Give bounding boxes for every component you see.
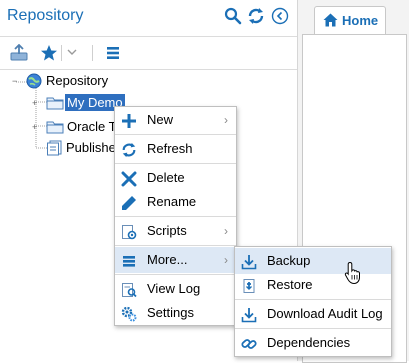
menu-label: Settings xyxy=(147,305,194,320)
menu-item-rename[interactable]: Rename xyxy=(115,189,236,215)
published-reports-icon xyxy=(46,140,64,156)
gears-icon xyxy=(121,305,137,322)
repository-toolbar xyxy=(0,36,297,70)
menu-divider xyxy=(235,328,391,329)
context-menu: New › Refresh Delete Rename Scripts › Mo xyxy=(114,106,237,326)
script-gear-icon xyxy=(121,223,137,240)
menu-divider xyxy=(115,134,236,135)
collapse-toggle-icon[interactable]: − xyxy=(12,77,21,86)
menu-item-more[interactable]: More... › xyxy=(115,247,236,273)
chevron-right-icon: › xyxy=(224,253,228,267)
panel-title: Repository xyxy=(7,7,84,24)
chevron-right-icon: › xyxy=(224,113,228,127)
menu-label: Dependencies xyxy=(267,335,351,350)
home-icon xyxy=(323,13,338,30)
menu-label: Backup xyxy=(267,253,311,268)
download-tray-icon xyxy=(241,306,257,323)
chevron-down-icon[interactable] xyxy=(66,46,84,64)
menu-item-view-log[interactable]: View Log xyxy=(115,276,236,302)
delete-x-icon xyxy=(121,170,137,187)
folder-icon xyxy=(46,95,64,111)
log-search-icon xyxy=(121,281,137,298)
plus-icon xyxy=(121,112,137,128)
menu-item-restore[interactable]: Restore xyxy=(235,272,391,298)
toolbar-divider xyxy=(92,45,93,61)
list-view-icon[interactable] xyxy=(106,44,124,62)
tree-label: Repository xyxy=(46,73,109,88)
tab-home[interactable]: Home xyxy=(314,6,386,35)
download-tray-icon xyxy=(241,253,257,270)
more-submenu: Backup Restore Download Audit Log Depend… xyxy=(234,246,392,357)
refresh-icon[interactable] xyxy=(247,7,265,25)
menu-divider xyxy=(115,163,236,164)
favorites-star-icon[interactable] xyxy=(40,44,58,62)
toolbar-divider xyxy=(61,45,62,61)
search-icon[interactable] xyxy=(224,7,242,25)
menu-label: View Log xyxy=(147,281,201,296)
menu-item-new[interactable]: New › xyxy=(115,107,236,133)
menu-item-settings[interactable]: Settings xyxy=(115,300,236,326)
menu-divider xyxy=(115,216,236,217)
menu-label: Delete xyxy=(147,170,185,185)
menu-label: Restore xyxy=(267,277,313,292)
menu-label: Scripts xyxy=(147,223,187,238)
menu-label: More... xyxy=(147,252,188,267)
menu-divider xyxy=(235,299,391,300)
restore-icon xyxy=(241,277,257,293)
tab-label: Home xyxy=(342,13,379,28)
refresh-icon xyxy=(121,141,137,158)
globe-icon xyxy=(26,73,44,89)
link-chain-icon xyxy=(241,335,257,351)
pencil-icon xyxy=(121,194,137,210)
import-icon[interactable] xyxy=(10,43,28,62)
menu-item-refresh[interactable]: Refresh xyxy=(115,136,236,162)
folder-icon xyxy=(46,119,64,135)
menu-lines-icon xyxy=(121,252,137,268)
expand-toggle-icon[interactable]: + xyxy=(32,99,41,108)
menu-item-scripts[interactable]: Scripts › xyxy=(115,218,236,244)
tree-label: Oracle T xyxy=(67,119,117,134)
menu-item-dependencies[interactable]: Dependencies xyxy=(235,330,391,356)
menu-label: Refresh xyxy=(147,141,193,156)
chevron-right-icon: › xyxy=(224,224,228,238)
menu-item-download-audit-log[interactable]: Download Audit Log xyxy=(235,301,391,327)
collapse-panel-icon[interactable] xyxy=(271,7,289,25)
menu-divider xyxy=(115,245,236,246)
menu-divider xyxy=(115,274,236,275)
expand-toggle-icon[interactable]: + xyxy=(32,123,41,132)
menu-label: New xyxy=(147,112,174,127)
menu-label: Rename xyxy=(147,194,197,209)
tree-label: Publishe xyxy=(66,140,116,155)
menu-item-backup[interactable]: Backup xyxy=(235,248,391,274)
menu-label: Download Audit Log xyxy=(267,306,383,321)
tree-node-repository-root[interactable]: − Repository xyxy=(10,71,210,91)
menu-item-delete[interactable]: Delete xyxy=(115,165,236,191)
repository-header: Repository xyxy=(0,0,297,34)
hand-cursor-icon xyxy=(344,261,364,288)
